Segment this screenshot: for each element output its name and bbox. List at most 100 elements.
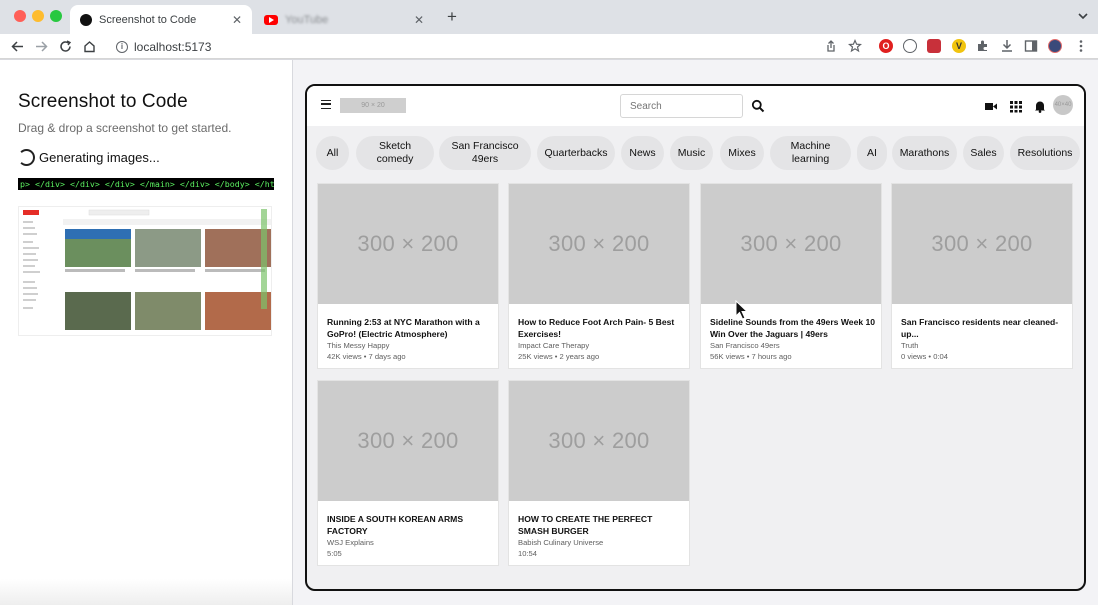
download-icon[interactable] xyxy=(1000,39,1014,53)
more-vertical-icon[interactable] xyxy=(1074,39,1088,53)
browser-tab-bar: Screenshot to Code ✕ YouTube ✕ + xyxy=(0,0,1098,34)
video-thumbnail[interactable]: 300 × 200 xyxy=(892,184,1072,304)
reload-icon xyxy=(59,39,71,52)
video-meta: 56K views • 7 hours ago xyxy=(710,352,792,361)
video-thumbnail[interactable]: 300 × 200 xyxy=(701,184,881,304)
tab-title: YouTube xyxy=(285,13,329,26)
video-meta: 42K views • 7 days ago xyxy=(327,352,406,361)
chip-sales[interactable]: Sales xyxy=(963,136,1004,170)
video-card[interactable]: 300 × 200 How to Reduce Foot Arch Pain- … xyxy=(508,183,690,369)
avatar[interactable]: 40×40 xyxy=(1053,95,1073,115)
screenshot-thumbnail[interactable] xyxy=(18,206,272,336)
video-channel[interactable]: This Messy Happy xyxy=(327,341,493,351)
new-tab-button[interactable]: + xyxy=(443,8,461,26)
back-button[interactable] xyxy=(9,38,25,54)
video-channel[interactable]: San Francisco 49ers xyxy=(710,341,876,351)
close-icon[interactable]: ✕ xyxy=(412,13,426,27)
mouse-cursor-icon xyxy=(735,300,749,320)
video-title[interactable]: INSIDE A SOUTH KOREAN ARMS FACTORY xyxy=(327,513,493,537)
youtube-screenshot-image xyxy=(19,207,271,335)
search-input[interactable] xyxy=(620,94,743,118)
video-thumbnail[interactable]: 300 × 200 xyxy=(509,381,689,501)
address-bar[interactable]: i localhost:5173 xyxy=(106,36,876,57)
chip-sketch-comedy[interactable]: Sketch comedy xyxy=(356,136,434,170)
video-card[interactable]: 300 × 200 Running 2:53 at NYC Marathon w… xyxy=(317,183,499,369)
video-thumbnail[interactable]: 300 × 200 xyxy=(318,381,498,501)
generation-status: Generating images... xyxy=(18,149,160,166)
info-icon[interactable]: i xyxy=(116,40,128,53)
close-icon[interactable]: ✕ xyxy=(230,13,244,27)
video-camera-icon[interactable] xyxy=(984,99,998,113)
sidebar-icon[interactable] xyxy=(1024,39,1038,53)
tab-title: Screenshot to Code xyxy=(99,13,197,26)
video-meta: 10:54 xyxy=(518,549,538,558)
video-card[interactable]: 300 × 200 HOW TO CREATE THE PERFECT SMAS… xyxy=(508,380,690,566)
video-meta: 25K views • 2 years ago xyxy=(518,352,600,361)
tab-screenshot-to-code[interactable]: Screenshot to Code ✕ xyxy=(70,5,252,34)
status-text: Generating images... xyxy=(39,150,160,165)
browser-toolbar: i localhost:5173 O V xyxy=(0,34,1098,59)
video-title[interactable]: How to Reduce Foot Arch Pain- 5 Best Exe… xyxy=(518,316,684,340)
url-text: localhost:5173 xyxy=(134,39,212,54)
youtube-header: 90 × 20 40×40 xyxy=(307,86,1084,126)
minimize-window-button[interactable] xyxy=(32,10,44,22)
app-subtitle: Drag & drop a screenshot to get started. xyxy=(18,121,232,135)
arrow-left-icon xyxy=(10,40,23,52)
extension-circle-icon[interactable] xyxy=(903,39,917,53)
hamburger-menu-icon[interactable] xyxy=(321,100,331,109)
maximize-window-button[interactable] xyxy=(50,10,62,22)
preview-frame: 90 × 20 40×40 All Sketch comedy San Fran… xyxy=(305,84,1086,591)
extension-red-icon[interactable] xyxy=(927,39,941,53)
video-thumbnail[interactable]: 300 × 200 xyxy=(509,184,689,304)
search-icon[interactable] xyxy=(751,99,765,113)
sidebar-panel: Screenshot to Code Drag & drop a screens… xyxy=(0,60,292,605)
spinner-icon xyxy=(18,149,35,166)
forward-button[interactable] xyxy=(33,38,49,54)
youtube-icon xyxy=(264,14,278,25)
chip-san-francisco-49ers[interactable]: San Francisco 49ers xyxy=(439,136,531,170)
chip-ai[interactable]: AI xyxy=(857,136,887,170)
chip-mixes[interactable]: Mixes xyxy=(720,136,764,170)
code-stream: p> </div> </div> </div> </main> </div> <… xyxy=(18,178,274,190)
video-thumbnail[interactable]: 300 × 200 xyxy=(318,184,498,304)
video-channel[interactable]: Babish Culinary Universe xyxy=(518,538,684,548)
bell-icon[interactable] xyxy=(1033,99,1047,113)
app-title: Screenshot to Code xyxy=(18,91,188,112)
video-channel[interactable]: Truth xyxy=(901,341,1067,351)
video-title[interactable]: Running 2:53 at NYC Marathon with a GoPr… xyxy=(327,316,493,340)
close-window-button[interactable] xyxy=(14,10,26,22)
chip-quarterbacks[interactable]: Quarterbacks xyxy=(537,136,615,170)
puzzle-icon[interactable] xyxy=(976,39,990,53)
video-meta: 0 views • 0:04 xyxy=(901,352,948,361)
chip-news[interactable]: News xyxy=(621,136,664,170)
arrow-right-icon xyxy=(35,40,48,52)
video-channel[interactable]: Impact Care Therapy xyxy=(518,341,684,351)
chip-marathons[interactable]: Marathons xyxy=(892,136,957,170)
apps-grid-icon[interactable] xyxy=(1009,99,1023,113)
home-button[interactable] xyxy=(81,38,97,54)
star-icon[interactable] xyxy=(848,39,862,53)
video-card[interactable]: 300 × 200 Sideline Sounds from the 49ers… xyxy=(700,183,882,369)
video-channel[interactable]: WSJ Explains xyxy=(327,538,493,548)
chip-all[interactable]: All xyxy=(316,136,349,170)
share-icon[interactable] xyxy=(824,39,838,53)
video-meta: 5:05 xyxy=(327,549,342,558)
chip-music[interactable]: Music xyxy=(670,136,713,170)
video-title[interactable]: HOW TO CREATE THE PERFECT SMASH BURGER xyxy=(518,513,684,537)
tab-youtube[interactable]: YouTube ✕ xyxy=(254,5,434,34)
reload-button[interactable] xyxy=(57,38,73,54)
video-card[interactable]: 300 × 200 San Francisco residents near c… xyxy=(891,183,1073,369)
circle-icon xyxy=(80,13,92,26)
logo-placeholder[interactable]: 90 × 20 xyxy=(340,98,406,113)
preview-pane: 90 × 20 40×40 All Sketch comedy San Fran… xyxy=(293,60,1098,605)
panel-fade xyxy=(0,579,292,605)
opera-extension-icon[interactable]: O xyxy=(879,39,893,53)
video-title[interactable]: San Francisco residents near cleaned-up.… xyxy=(901,316,1067,340)
home-icon xyxy=(83,40,95,52)
extension-v-icon[interactable]: V xyxy=(952,39,966,53)
chip-resolutions[interactable]: Resolutions xyxy=(1010,136,1080,170)
chevron-down-icon[interactable] xyxy=(1078,11,1088,21)
video-card[interactable]: 300 × 200 INSIDE A SOUTH KOREAN ARMS FAC… xyxy=(317,380,499,566)
chip-machine-learning[interactable]: Machine learning xyxy=(770,136,851,170)
profile-avatar[interactable] xyxy=(1048,39,1062,53)
